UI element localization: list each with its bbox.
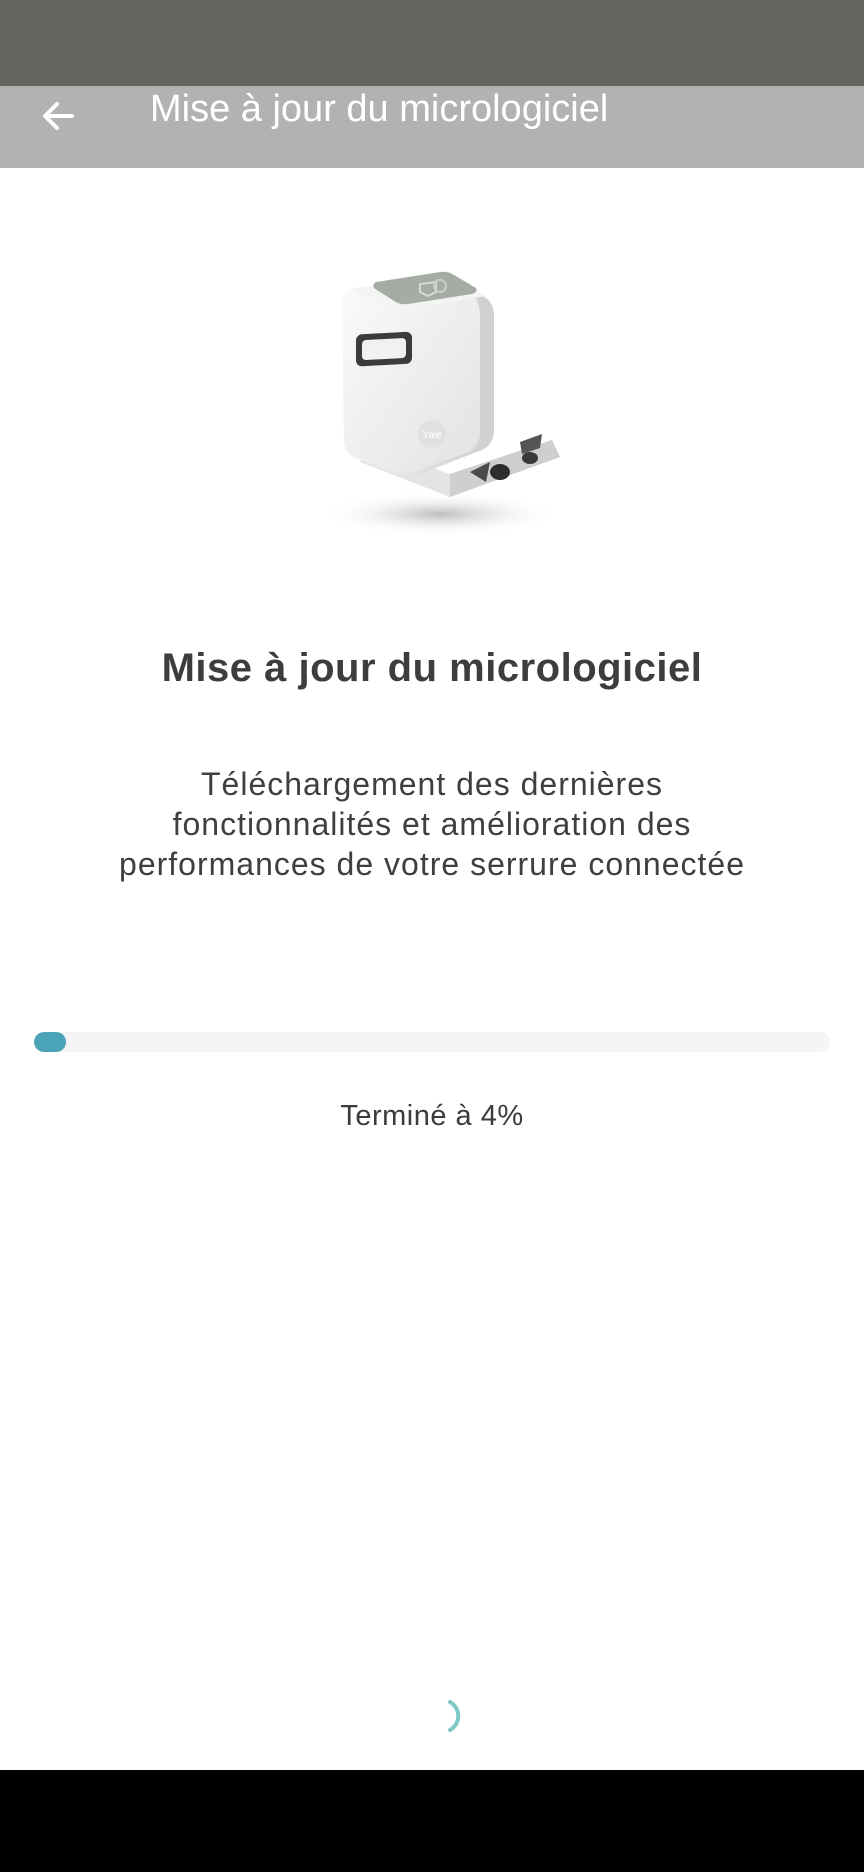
arrow-left-icon (43, 102, 74, 130)
loading-spinner-icon (448, 1700, 461, 1732)
update-description: Téléchargement des dernières fonctionnal… (119, 766, 745, 882)
smart-lock-device-image: Yale (320, 271, 560, 536)
back-button[interactable] (30, 88, 86, 144)
app-bar: Mise à jour du micrologiciel (0, 86, 864, 168)
progress-bar-fill (34, 1032, 66, 1052)
page-title: Mise à jour du micrologiciel (161, 646, 703, 690)
yale-logo: Yale (422, 430, 442, 441)
navigation-bar (0, 1770, 864, 1872)
status-bar (0, 0, 864, 86)
app-bar-title: Mise à jour du micrologiciel (150, 88, 609, 130)
progress-label: Terminé à 4% (340, 1100, 524, 1132)
progress-bar (34, 1032, 830, 1052)
